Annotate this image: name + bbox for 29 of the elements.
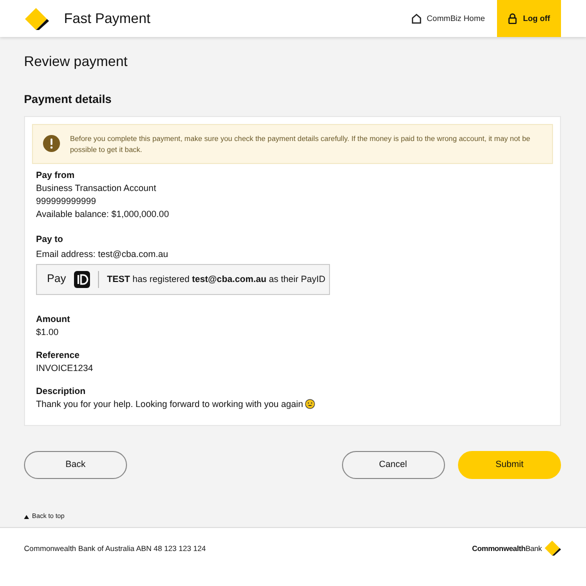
caret-up-icon <box>24 514 29 519</box>
bank-logo-icon <box>24 6 50 30</box>
field-value: 999999999999 <box>36 194 98 208</box>
secondary-button[interactable]: Back <box>24 450 127 479</box>
lock-icon <box>508 13 517 24</box>
home-link[interactable]: CommBiz Home <box>398 0 497 37</box>
field-value: Thank you for your help. Looking forward to working with you again <box>36 398 304 411</box>
field-value: INVOICE1234 <box>36 362 94 375</box>
home-icon <box>410 13 422 24</box>
app-title: Fast Payment <box>64 9 150 28</box>
field-value: $1.00 <box>36 326 59 339</box>
field-label: Amount <box>36 312 71 326</box>
payid-brand: Pay <box>47 272 66 288</box>
field-label: Pay to <box>36 232 64 246</box>
submit-button[interactable]: Submit <box>458 450 561 479</box>
page-title: Review payment <box>24 53 128 70</box>
log-off-button[interactable]: Log off <box>497 0 561 37</box>
secondary-button[interactable]: Cancel <box>342 450 444 479</box>
payid-icon <box>74 270 90 288</box>
warning-icon <box>43 135 60 152</box>
payid-message: TEST has registered test@cba.com.au as their PayID <box>106 272 326 286</box>
field-value: Business Transaction Account <box>36 182 158 195</box>
field-label: Description <box>36 384 87 398</box>
bank-logo-icon <box>544 540 561 558</box>
field-label: Reference <box>36 348 81 362</box>
field-value: Available balance: $1,000,000.00 <box>36 208 170 221</box>
field-value: Email address: test@cba.com.au <box>36 248 170 261</box>
field-label: Pay from <box>36 168 76 182</box>
section-title: Payment details <box>24 94 113 108</box>
